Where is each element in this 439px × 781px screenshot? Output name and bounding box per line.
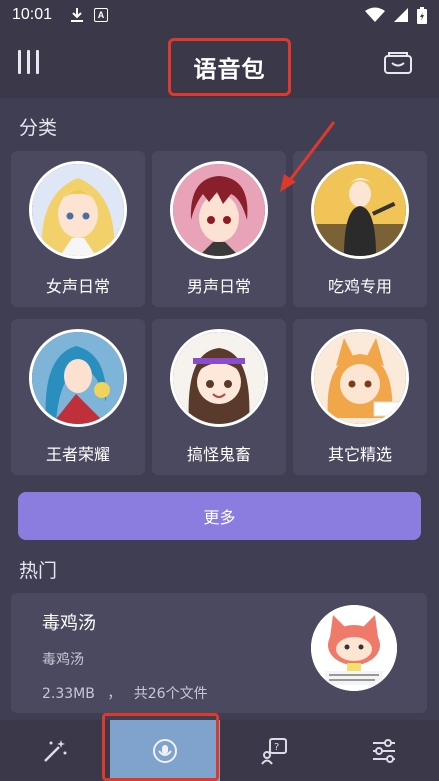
category-card[interactable]: 王者荣耀 <box>11 319 145 475</box>
settings-sliders-icon <box>373 738 396 763</box>
hot-item-title: 毒鸡汤 <box>42 613 96 634</box>
category-label: 其它精选 <box>327 445 392 464</box>
category-label: 吃鸡专用 <box>327 277 392 296</box>
hot-item-meta: 2.33MB ， 共26个文件 <box>42 683 208 703</box>
wifi-icon <box>365 7 385 22</box>
category-card[interactable]: 女声日常 <box>11 151 145 307</box>
category-card[interactable]: 搞怪鬼畜 <box>152 319 286 475</box>
category-label: 王者荣耀 <box>45 445 110 464</box>
more-button[interactable]: 更多 <box>18 492 421 540</box>
nav-settings-tab[interactable] <box>329 720 439 781</box>
nav-magic-tab[interactable] <box>0 720 110 781</box>
hot-title: 热门 <box>19 560 58 582</box>
honor-of-kings-avatar <box>29 329 127 427</box>
status-time: 10:01 <box>12 6 53 23</box>
app-header: 语音包 <box>0 30 439 98</box>
hot-item[interactable]: 毒鸡汤 毒鸡汤 2.33MB ， 共26个文件 <box>11 593 427 713</box>
title-highlight: 语音包 <box>168 38 291 96</box>
nav-voice-pack-tab[interactable] <box>109 720 220 781</box>
a-badge-icon: A <box>94 8 109 22</box>
nav-help-tab[interactable]: ? <box>220 720 330 781</box>
folder-icon[interactable] <box>383 50 413 76</box>
pubg-character-avatar <box>311 161 409 259</box>
fox-girl-avatar <box>311 329 409 427</box>
battery-icon <box>417 6 427 24</box>
category-card[interactable]: 其它精选 <box>293 319 427 475</box>
hot-item-separator: ， <box>107 686 122 702</box>
signal-icon <box>394 8 408 22</box>
category-label: 男声日常 <box>186 277 251 296</box>
help-icon: ? <box>261 737 288 765</box>
magic-wand-icon <box>43 739 67 762</box>
funny-girl-avatar <box>170 329 268 427</box>
category-card[interactable]: 男声日常 <box>152 151 286 307</box>
cat-cartoon-avatar <box>311 605 397 691</box>
page-title: 语音包 <box>193 57 266 83</box>
voice-pack-icon <box>152 738 177 763</box>
category-card[interactable]: 吃鸡专用 <box>293 151 427 307</box>
menu-icon[interactable] <box>16 48 42 76</box>
bottom-nav: ? <box>0 720 439 781</box>
download-icon <box>71 8 84 22</box>
hot-item-file-count: 共26个文件 <box>133 686 208 702</box>
categories-title: 分类 <box>19 117 58 139</box>
hot-item-size: 2.33MB <box>42 686 95 702</box>
category-label: 女声日常 <box>45 277 110 296</box>
svg-text:?: ? <box>274 742 279 753</box>
hot-item-subtitle: 毒鸡汤 <box>42 652 84 668</box>
category-label: 搞怪鬼畜 <box>186 445 251 464</box>
red-hair-boy-avatar <box>170 161 268 259</box>
status-bar: 10:01 A <box>0 0 439 30</box>
blonde-girl-avatar <box>29 161 127 259</box>
